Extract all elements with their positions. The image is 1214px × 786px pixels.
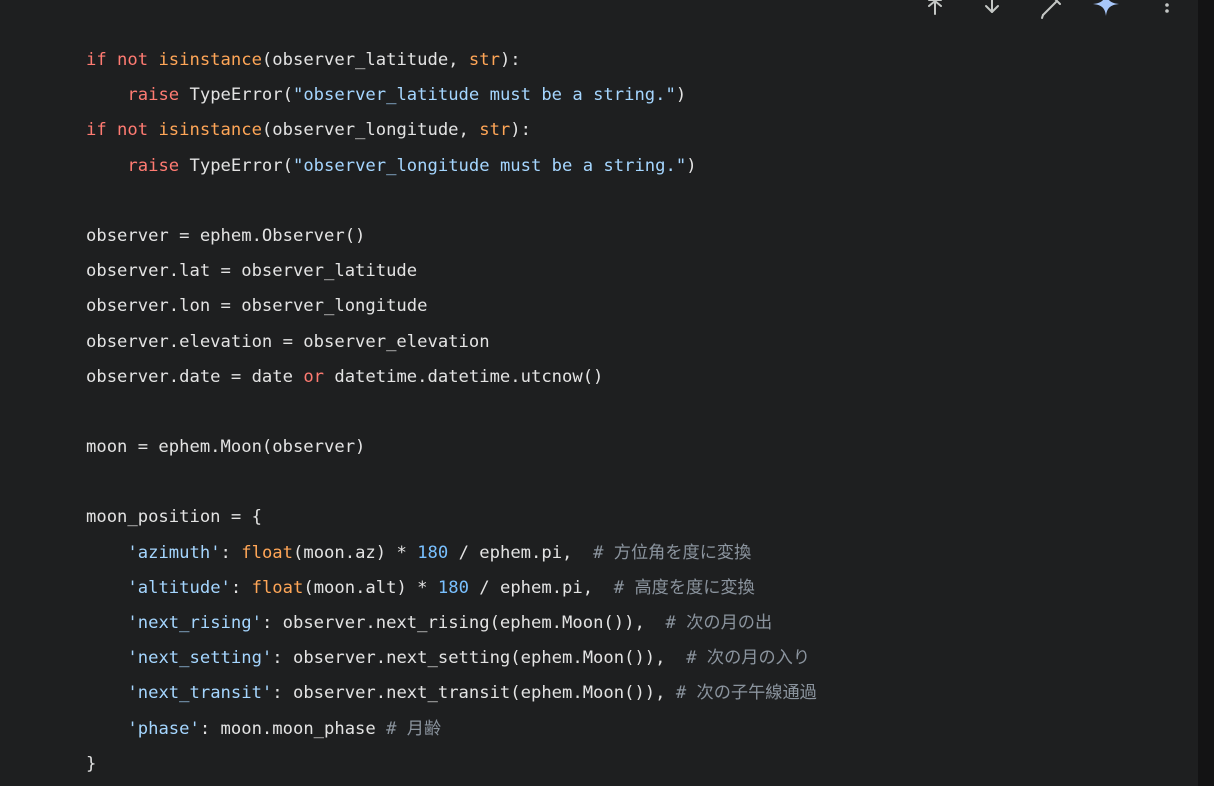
- code-line: observer.date = date or datetime.datetim…: [86, 360, 817, 395]
- code-token: observer.elevation = observer_elevation: [86, 331, 490, 352]
- code-line: ​: [86, 184, 817, 219]
- code-token: ): [686, 155, 697, 176]
- code-token: 'altitude': [127, 577, 231, 598]
- code-block: if not isinstance(observer_latitude, str…: [0, 0, 1198, 786]
- download-icon[interactable]: [977, 0, 1007, 20]
- code-line: raise TypeError("observer_latitude must …: [86, 78, 817, 113]
- code-token: observer.date = date: [86, 366, 304, 387]
- code-token: isinstance: [158, 120, 262, 141]
- code-token: observer.lon = observer_longitude: [86, 296, 428, 317]
- code-listing: if not isinstance(observer_latitude, str…: [86, 43, 817, 782]
- code-token: moon_position = {: [86, 507, 262, 528]
- code-token: TypeError(: [189, 155, 293, 176]
- sparkle-icon[interactable]: [1091, 0, 1121, 20]
- code-line: observer.elevation = observer_elevation: [86, 325, 817, 360]
- code-line: 'next_rising': observer.next_rising(ephe…: [86, 606, 817, 641]
- code-token: : moon.moon_phase: [199, 718, 387, 739]
- code-line: moon_position = {: [86, 500, 817, 535]
- code-token: / ephem.pi,: [448, 542, 594, 563]
- code-token: observer = ephem.Observer(): [86, 225, 366, 246]
- code-token: }: [86, 753, 97, 774]
- code-token: or: [303, 366, 325, 387]
- code-token: float: [251, 577, 304, 598]
- code-line: 'altitude': float(moon.alt) * 180 / ephe…: [86, 571, 817, 606]
- code-token: str: [468, 50, 500, 70]
- code-line: moon = ephem.Moon(observer): [86, 430, 817, 465]
- code-line: if not isinstance(observer_longitude, st…: [86, 113, 817, 148]
- code-token: (moon.az) *: [293, 542, 418, 563]
- code-token: 'next_setting': [127, 648, 273, 669]
- code-token: 'phase': [127, 718, 200, 739]
- code-token: # 次の月の入り: [686, 648, 811, 669]
- code-token: 'next_rising': [127, 613, 262, 633]
- code-token: / ephem.pi,: [468, 577, 614, 598]
- code-line: 'phase': moon.moon_phase # 月齢: [86, 712, 817, 747]
- code-token: 'next_transit': [127, 683, 273, 704]
- code-token: if not: [86, 50, 159, 70]
- code-token: raise: [127, 85, 190, 106]
- code-token: if not: [86, 120, 159, 141]
- code-token: (observer_longitude,: [261, 120, 480, 141]
- code-token: : observer.next_setting(ephem.Moon()),: [272, 648, 687, 669]
- code-token: # 月齢: [386, 718, 442, 739]
- code-token: :: [220, 542, 242, 563]
- code-line: 'azimuth': float(moon.az) * 180 / ephem.…: [86, 536, 817, 571]
- code-token: : observer.next_rising(ephem.Moon()),: [261, 613, 666, 633]
- code-token: 180: [417, 542, 449, 563]
- code-token: # 高度を度に変換: [613, 577, 755, 598]
- code-token: # 次の子午線通過: [675, 683, 817, 704]
- code-line: ​: [86, 465, 817, 500]
- code-token: : observer.next_transit(ephem.Moon()),: [272, 683, 676, 704]
- pin-icon[interactable]: [920, 0, 950, 20]
- code-line: 'next_transit': observer.next_transit(ep…: [86, 676, 817, 711]
- code-token: (observer_latitude,: [261, 50, 469, 70]
- code-line: raise TypeError("observer_longitude must…: [86, 149, 817, 184]
- code-token: # 次の月の出: [665, 613, 773, 633]
- code-token: isinstance: [158, 50, 262, 70]
- code-token: 'azimuth': [127, 542, 221, 563]
- code-token: observer.lat = observer_latitude: [86, 261, 418, 282]
- code-line: observer = ephem.Observer(): [86, 219, 817, 254]
- code-toolbar: [914, 0, 1184, 20]
- code-token: str: [479, 120, 511, 141]
- code-token: ):: [499, 50, 521, 70]
- edit-icon[interactable]: [1034, 0, 1064, 20]
- app-frame: if not isinstance(observer_latitude, str…: [0, 0, 1214, 786]
- code-token: "observer_latitude must be a string.": [292, 85, 676, 106]
- code-line: ​: [86, 395, 817, 430]
- code-token: float: [241, 542, 293, 563]
- code-token: ): [675, 85, 687, 106]
- code-line: if not isinstance(observer_latitude, str…: [86, 43, 817, 78]
- code-line: }: [86, 747, 817, 782]
- code-token: (moon.alt) *: [303, 577, 438, 598]
- code-token: :: [230, 577, 252, 598]
- code-line: observer.lat = observer_latitude: [86, 254, 817, 289]
- code-token: raise: [127, 155, 190, 176]
- code-token: 180: [437, 577, 469, 598]
- code-token: TypeError(: [189, 85, 293, 106]
- code-token: moon = ephem.Moon(observer): [86, 437, 366, 458]
- code-token: datetime.datetime.utcnow(): [324, 366, 604, 387]
- code-token: "observer_longitude must be a string.": [292, 155, 687, 176]
- code-token: ):: [510, 120, 531, 141]
- more-vertical-icon[interactable]: [1152, 0, 1182, 20]
- code-line: 'next_setting': observer.next_setting(ep…: [86, 641, 817, 676]
- scrollbar-track[interactable]: [1198, 0, 1214, 786]
- code-line: observer.lon = observer_longitude: [86, 289, 817, 324]
- code-token: # 方位角を度に変換: [593, 542, 752, 563]
